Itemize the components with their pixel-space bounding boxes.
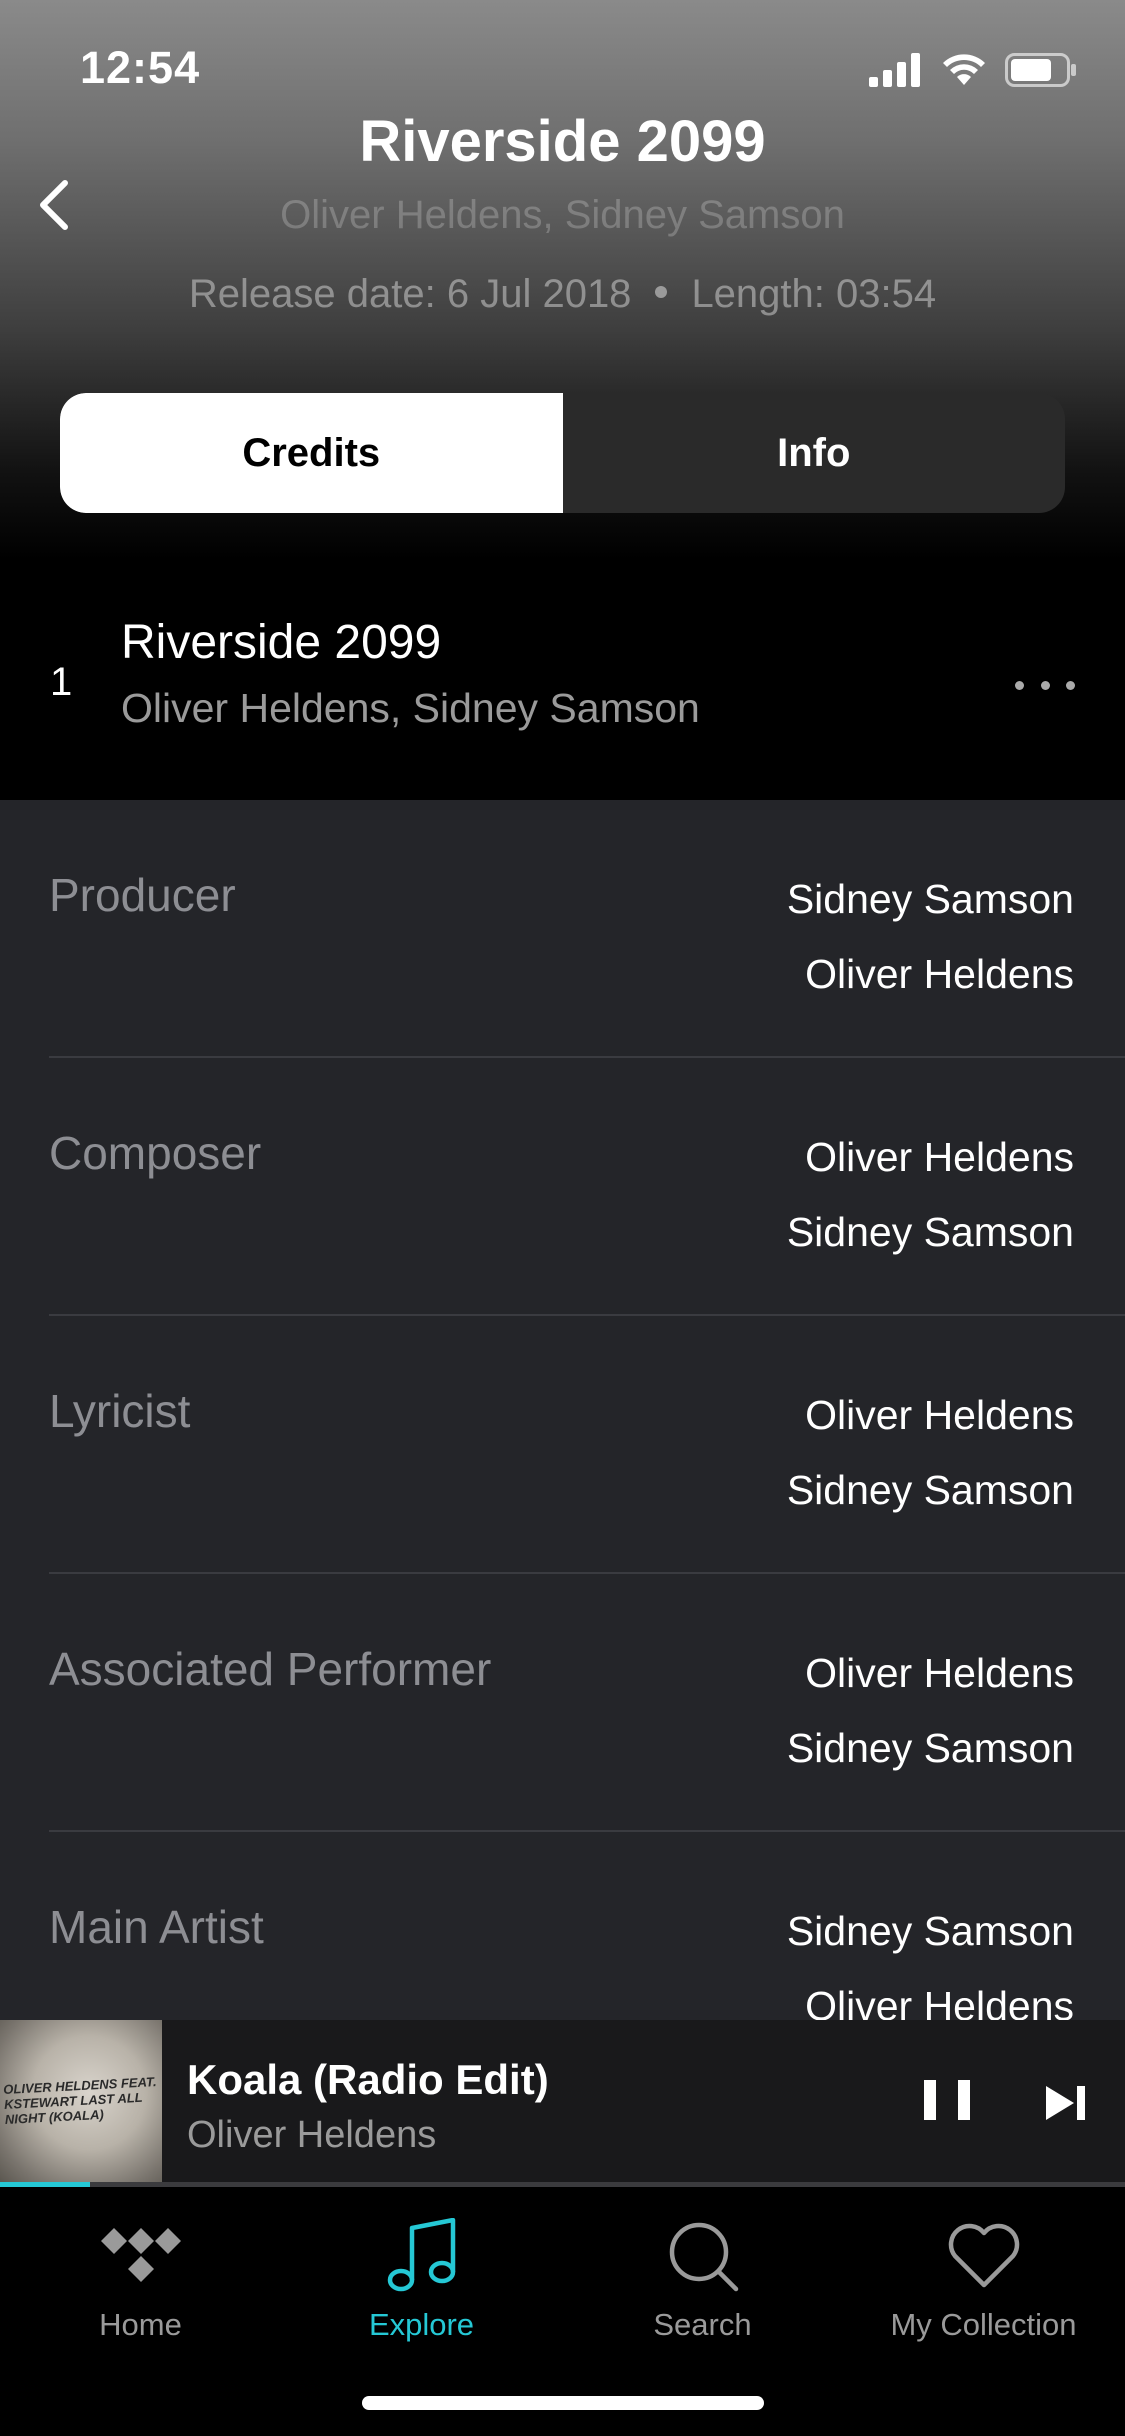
track-artists: Oliver Heldens, Sidney Samson [121,685,700,731]
tab-explore[interactable]: Explore [281,2211,562,2343]
tab-label: Explore [368,2307,475,2342]
more-dot [1066,680,1075,690]
now-playing-title: Koala (Radio Edit) [187,2056,549,2103]
credit-role: Producer [49,869,236,921]
credit-name-link[interactable]: Sidney Samson [787,1711,1074,1786]
tab-label: Search [653,2307,752,2342]
credit-names: Sidney Samson Oliver Heldens [787,1894,1074,2020]
tab-label: Home [99,2307,182,2342]
credit-name-link[interactable]: Oliver Heldens [787,1636,1074,1711]
track-row[interactable]: 1 Riverside 2099 Oliver Heldens, Sidney … [0,590,1125,800]
album-art-text: OLIVER HELDENS FEAT. KSTEWART LAST ALL N… [2,2074,157,2127]
credit-row: Producer Sidney Samson Oliver Heldens [49,800,1125,1058]
header-artists: Oliver Heldens, Sidney Samson [280,193,845,237]
tab-home[interactable]: Home [0,2211,281,2343]
credit-names: Sidney Samson Oliver Heldens [787,862,1074,1012]
credit-name-link[interactable]: Oliver Heldens [787,1969,1074,2020]
mini-player[interactable]: OLIVER HELDENS FEAT. KSTEWART LAST ALL N… [0,2020,1125,2185]
pause-button[interactable] [924,2070,970,2130]
status-icons [869,50,1077,90]
wifi-icon [943,54,985,85]
tab-info[interactable]: Info [563,393,1066,513]
credit-role: Composer [49,1127,262,1179]
credit-row: Associated Performer Oliver Heldens Sidn… [49,1574,1125,1832]
credit-name-link[interactable]: Sidney Samson [787,1453,1074,1528]
credit-row: Main Artist Sidney Samson Oliver Heldens [49,1832,1125,2020]
credit-row: Lyricist Oliver Heldens Sidney Samson [49,1316,1125,1574]
tab-my-collection[interactable]: My Collection [843,2211,1124,2343]
credit-name-link[interactable]: Sidney Samson [787,862,1074,937]
tab-label: My Collection [890,2307,1077,2342]
battery-icon [1005,53,1076,87]
track-length: Length: 03:54 [691,272,937,316]
credit-names: Oliver Heldens Sidney Samson [787,1636,1074,1786]
album-art: OLIVER HELDENS FEAT. KSTEWART LAST ALL N… [0,2020,162,2182]
credit-name-link[interactable]: Oliver Heldens [787,937,1074,1012]
credits-list: Producer Sidney Samson Oliver Heldens Co… [0,800,1125,2020]
home-indicator[interactable] [362,2396,764,2410]
search-icon [669,2222,738,2292]
credit-names: Oliver Heldens Sidney Samson [787,1378,1074,1528]
signal-icon [869,53,920,87]
status-time: 12:54 [80,42,201,93]
segmented-control: Credits Info [60,393,1065,513]
separator-dot [655,286,668,299]
pause-icon [924,2080,936,2120]
pause-icon-bar [958,2080,970,2120]
credit-role: Main Artist [49,1901,264,1953]
release-meta: Release date: 6 Jul 2018 Length: 03:54 [0,272,1125,317]
page-title: Riverside 2099 [359,109,766,174]
music-note-icon [387,2218,455,2292]
tidal-logo-icon [100,2228,181,2282]
more-options-button[interactable] [1015,665,1075,705]
credit-role: Lyricist [49,1385,191,1437]
credit-name-link[interactable]: Sidney Samson [787,1894,1074,1969]
credit-name-link[interactable]: Sidney Samson [787,1195,1074,1270]
credit-names: Oliver Heldens Sidney Samson [787,1120,1074,1270]
now-playing-artist: Oliver Heldens [187,2114,437,2156]
more-dot [1040,680,1050,690]
credit-role: Associated Performer [49,1643,492,1695]
track-number: 1 [50,660,73,704]
heart-icon [948,2223,1019,2288]
credit-name-link[interactable]: Oliver Heldens [787,1378,1074,1453]
more-horizontal-icon [1015,680,1024,690]
skip-next-icon[interactable] [1040,2078,1090,2128]
tab-credits[interactable]: Credits [60,393,563,513]
credit-row: Composer Oliver Heldens Sidney Samson [49,1058,1125,1316]
tab-search[interactable]: Search [562,2211,843,2343]
credit-name-link[interactable]: Oliver Heldens [787,1120,1074,1195]
track-title: Riverside 2099 [121,616,442,669]
release-date: Release date: 6 Jul 2018 [188,272,632,316]
